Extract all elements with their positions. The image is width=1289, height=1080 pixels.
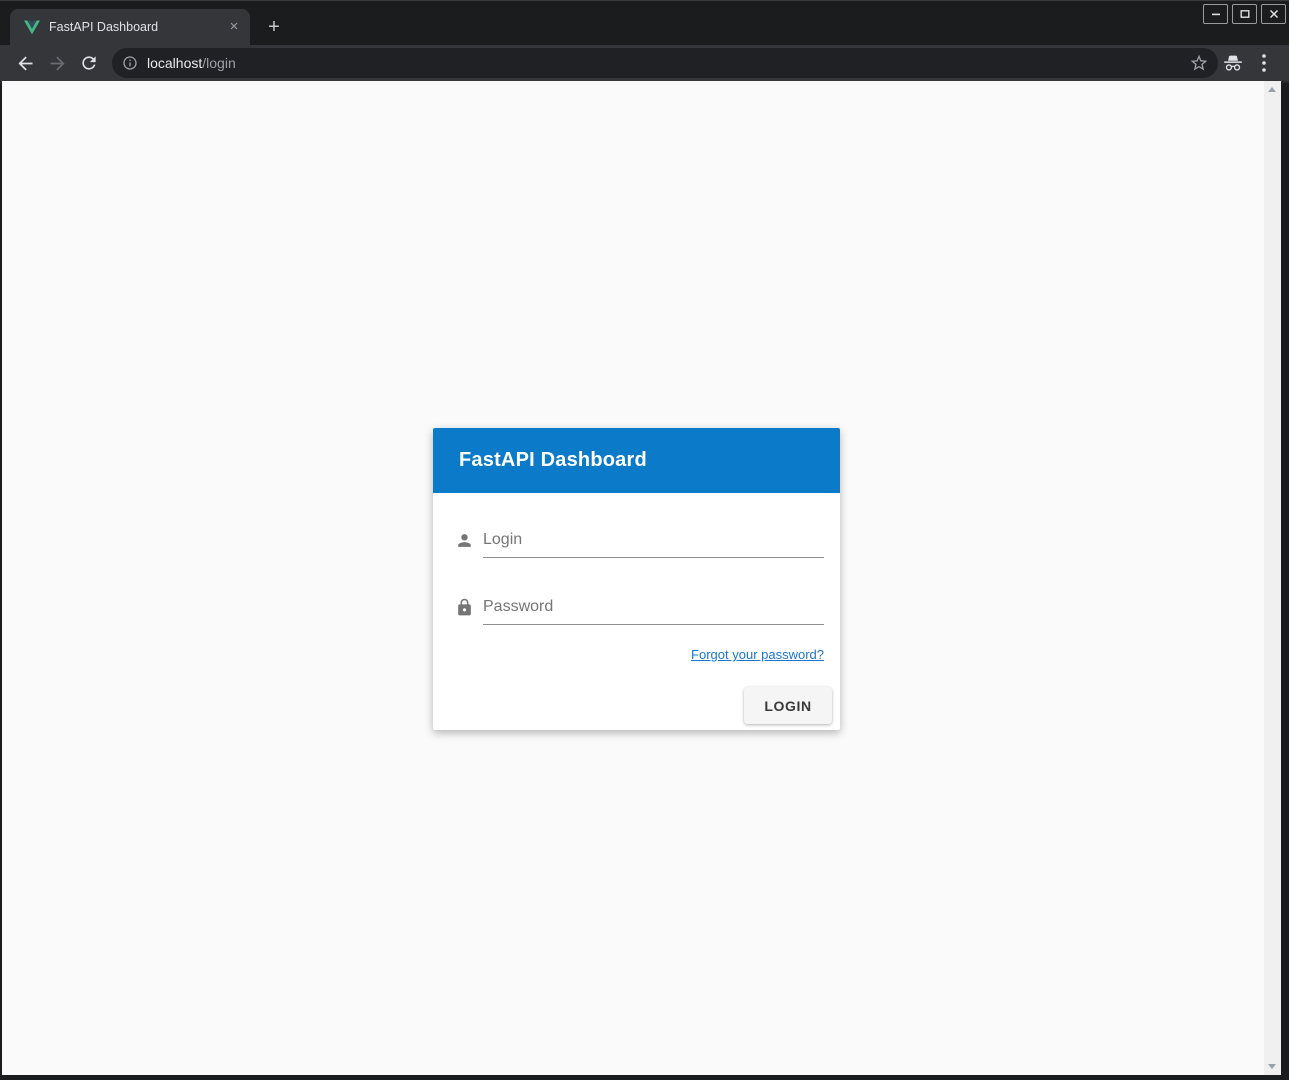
window-close-button[interactable]: [1261, 4, 1286, 24]
reload-button[interactable]: [76, 50, 102, 76]
plus-icon: +: [268, 16, 280, 38]
url-path: /login: [202, 55, 235, 71]
forward-button[interactable]: [44, 50, 70, 76]
vue-logo-favicon-icon: [24, 20, 40, 35]
login-button[interactable]: LOGIN: [744, 687, 832, 724]
url-host: localhost: [147, 55, 202, 71]
incognito-icon: [1222, 52, 1244, 74]
login-card: FastAPI Dashboard Forgot your password? …: [433, 428, 840, 730]
page-info-icon[interactable]: [122, 55, 138, 71]
new-tab-button[interactable]: +: [261, 15, 287, 41]
bookmark-star-button[interactable]: [1189, 53, 1209, 73]
address-bar[interactable]: localhost/login: [112, 48, 1218, 78]
login-card-header: FastAPI Dashboard: [433, 428, 840, 493]
star-outline-icon: [1189, 53, 1209, 73]
minimize-icon: [1211, 9, 1221, 19]
incognito-indicator: [1221, 50, 1245, 76]
scroll-down-arrow-icon[interactable]: [1268, 1064, 1276, 1069]
navigation-toolbar: localhost/login: [0, 45, 1289, 83]
forward-arrow-icon: [47, 53, 68, 74]
page-viewport: FastAPI Dashboard Forgot your password? …: [2, 81, 1281, 1075]
back-arrow-icon: [15, 53, 36, 74]
three-dots-icon: [1262, 54, 1266, 72]
browser-tab[interactable]: FastAPI Dashboard ×: [10, 9, 250, 45]
url-text: localhost/login: [147, 55, 1189, 71]
reload-icon: [79, 53, 99, 73]
window-controls: [1203, 4, 1286, 24]
lock-icon: [455, 598, 474, 617]
page-scrollbar[interactable]: [1264, 81, 1281, 1075]
close-icon: [1269, 9, 1279, 19]
login-input[interactable]: [483, 528, 824, 558]
login-card-title: FastAPI Dashboard: [459, 449, 647, 472]
back-button[interactable]: [12, 50, 38, 76]
tab-close-icon[interactable]: ×: [224, 17, 244, 37]
window-minimize-button[interactable]: [1203, 4, 1228, 24]
forgot-password-link[interactable]: Forgot your password?: [691, 647, 824, 662]
browser-menu-button[interactable]: [1255, 50, 1273, 76]
scroll-up-arrow-icon[interactable]: [1268, 87, 1276, 92]
person-icon: [455, 531, 474, 550]
tab-title: FastAPI Dashboard: [49, 20, 224, 34]
window-maximize-button[interactable]: [1232, 4, 1257, 24]
maximize-icon: [1240, 9, 1250, 19]
tab-strip: FastAPI Dashboard × +: [0, 1, 1289, 45]
password-input[interactable]: [483, 595, 824, 625]
browser-window: FastAPI Dashboard × +: [0, 0, 1289, 1080]
